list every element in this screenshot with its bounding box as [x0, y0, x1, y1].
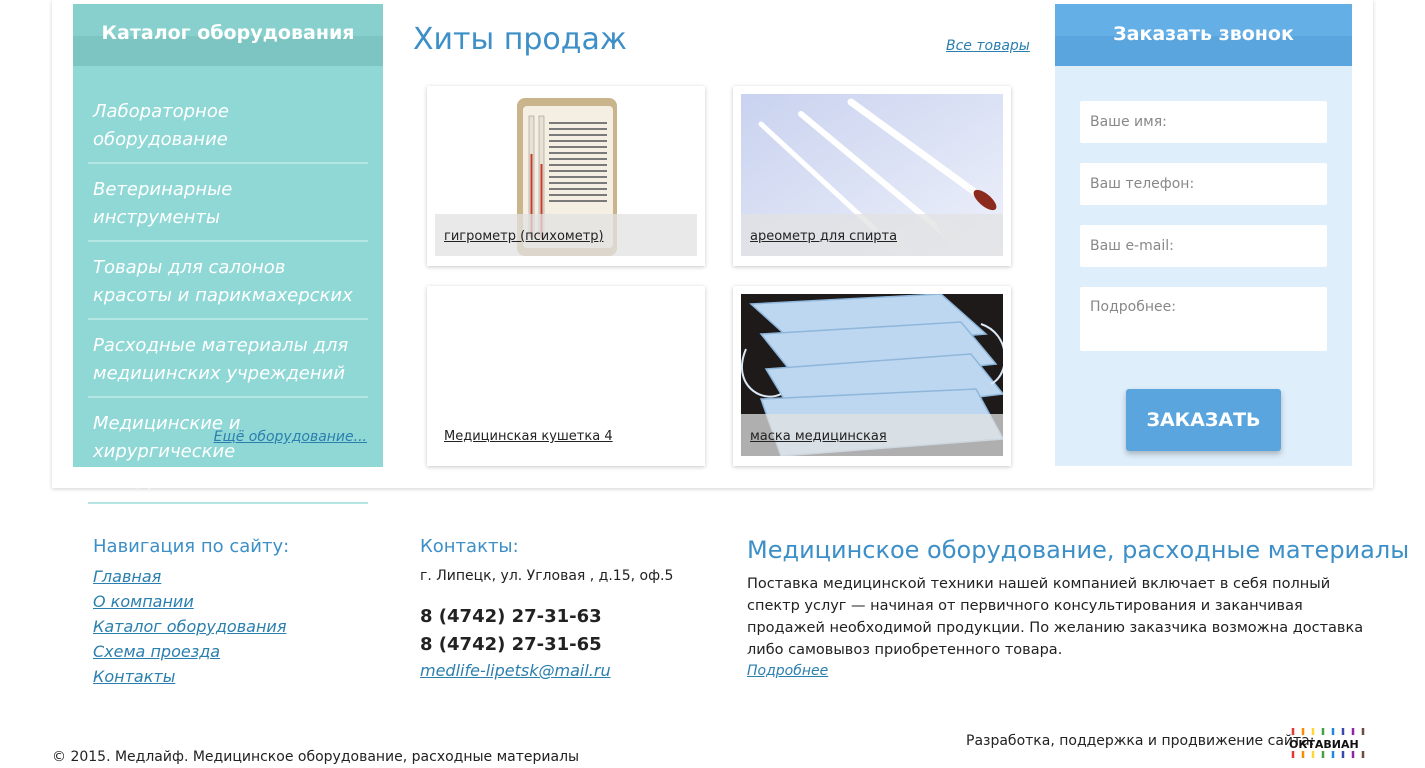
nav-link-map[interactable]: Схема проезда	[93, 642, 286, 667]
contacts-title: Контакты:	[420, 536, 519, 557]
nav-link-home[interactable]: Главная	[93, 567, 286, 592]
catalog-item-vet[interactable]: Ветеринарные инструменты	[88, 164, 368, 242]
catalog-item-surgical[interactable]: Медицинские и хирургические инструменты	[88, 398, 368, 504]
copyright: © 2015. Медлайф. Медицинское оборудовани…	[52, 749, 580, 765]
callback-title: Заказать звонок	[1113, 23, 1294, 45]
email-input[interactable]	[1080, 225, 1327, 267]
product-link[interactable]: маска медицинская	[750, 429, 887, 444]
phone-input[interactable]	[1080, 163, 1327, 205]
phone-2: 8 (4742) 27-31-65	[420, 634, 602, 655]
product-card[interactable]: Медицинская кушетка 4	[427, 286, 705, 466]
catalog-item-lab[interactable]: Лабораторное оборудование	[88, 86, 368, 164]
about-more-link[interactable]: Подробнее	[747, 663, 828, 679]
nav-link-about[interactable]: О компании	[93, 592, 286, 617]
developer-text: Разработка, поддержка и продвижение сайт…	[966, 733, 1315, 749]
address: г. Липецк, ул. Угловая , д.15, оф.5	[420, 568, 674, 584]
details-textarea[interactable]	[1080, 287, 1327, 351]
callback-header: Заказать звонок	[1055, 4, 1352, 66]
footer-nav: Главная О компании Каталог оборудования …	[93, 567, 286, 692]
product-link[interactable]: гигрометр (психометр)	[444, 229, 604, 244]
product-card[interactable]: ареометр для спирта	[733, 86, 1011, 266]
product-link[interactable]: Медицинская кушетка 4	[444, 429, 613, 444]
hits-title: Хиты продаж	[413, 22, 627, 57]
catalog-header: Каталог оборудования	[73, 4, 383, 66]
catalog-sidebar: Каталог оборудования Лабораторное оборуд…	[73, 4, 383, 504]
catalog-title: Каталог оборудования	[101, 22, 355, 44]
developer-logo[interactable]: ОКТАВИАН	[1289, 728, 1369, 760]
all-goods-link[interactable]: Все товары	[946, 38, 1030, 54]
order-button[interactable]: ЗАКАЗАТЬ	[1126, 389, 1281, 451]
product-card[interactable]: маска медицинская	[733, 286, 1011, 466]
email-link[interactable]: medlife-lipetsk@mail.ru	[420, 661, 611, 680]
catalog-item-beauty[interactable]: Товары для салонов красоты и парикмахерс…	[88, 242, 368, 320]
callback-form: Заказать звонок ЗАКАЗАТЬ	[1055, 4, 1352, 466]
product-card[interactable]: гигрометр (психометр)	[427, 86, 705, 266]
logo-text: ОКТАВИАН	[1289, 738, 1359, 751]
nav-link-contacts[interactable]: Контакты	[93, 667, 286, 692]
nav-link-catalog[interactable]: Каталог оборудования	[93, 617, 286, 642]
phone-1: 8 (4742) 27-31-63	[420, 606, 602, 627]
about-text: Поставка медицинской техники нашей компа…	[747, 576, 1364, 658]
about-title: Медицинское оборудование, расходные мате…	[747, 536, 1410, 564]
catalog-more-link[interactable]: Ещё оборудование...	[214, 429, 367, 445]
product-link[interactable]: ареометр для спирта	[750, 229, 897, 244]
nav-title: Навигация по сайту:	[93, 536, 290, 557]
catalog-item-consumables[interactable]: Расходные материалы для медицинских учре…	[88, 320, 368, 398]
name-input[interactable]	[1080, 101, 1327, 143]
